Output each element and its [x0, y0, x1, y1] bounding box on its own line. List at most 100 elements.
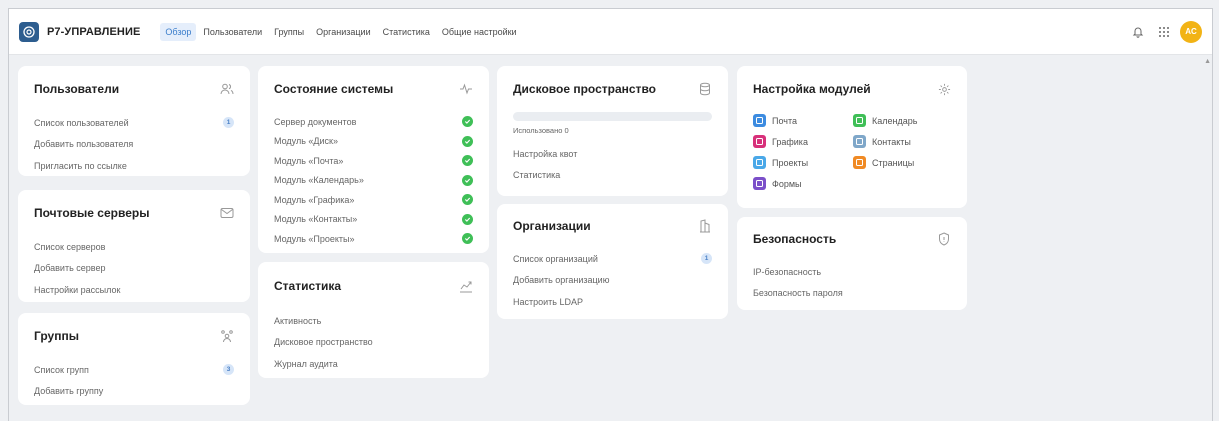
main-nav: Обзор Пользователи Группы Организации Ст… [160, 22, 523, 41]
link-quota-settings[interactable]: Настройка квот [513, 143, 712, 165]
status-row: Модуль «Графика» [274, 190, 473, 210]
statistics-card: Статистика Активность Дисковое пространс… [258, 262, 489, 378]
link-mailing-settings[interactable]: Настройки рассылок [34, 279, 234, 301]
module-label: Контакты [872, 136, 911, 147]
link-user-list[interactable]: Список пользователей 1 [34, 112, 234, 134]
module-icon [753, 135, 766, 148]
module-icon [853, 156, 866, 169]
card-title: Состояние системы [274, 82, 394, 96]
module-item[interactable]: Почта [753, 112, 853, 129]
card-title: Почтовые серверы [34, 206, 150, 220]
users-icon [220, 82, 234, 96]
status-label: Модуль «Контакты» [274, 214, 358, 225]
link-password-security[interactable]: Безопасность пароля [753, 283, 951, 305]
nav-statistics[interactable]: Статистика [378, 23, 435, 41]
module-item[interactable]: Проекты [753, 154, 853, 171]
card-title: Безопасность [753, 232, 837, 246]
status-row: Модуль «Проекты» [274, 229, 473, 249]
security-card: Безопасность IP-безопасность Безопасност… [737, 217, 967, 310]
link-invite-by-link[interactable]: Пригласить по ссылке [34, 155, 234, 177]
top-bar: Р7-УПРАВЛЕНИЕ Обзор Пользователи Группы … [9, 9, 1212, 55]
nav-organizations[interactable]: Организации [311, 23, 375, 41]
bell-icon[interactable] [1130, 24, 1146, 40]
avatar[interactable]: AC [1180, 20, 1202, 43]
status-row: Сервер документов [274, 112, 473, 132]
link-disk-statistics[interactable]: Статистика [513, 165, 712, 187]
check-circle-icon [462, 233, 473, 245]
nav-users[interactable]: Пользователи [198, 23, 267, 41]
disk-usage-bar [513, 112, 712, 121]
module-label: Формы [772, 178, 802, 189]
count-badge: 1 [223, 117, 234, 129]
nav-groups[interactable]: Группы [269, 23, 309, 41]
disk-used-label: Использовано 0 [513, 126, 569, 135]
disk-space-card: Дисковое пространство Использовано 0 Нас… [497, 66, 728, 196]
count-badge: 3 [223, 364, 234, 376]
link-configure-ldap[interactable]: Настроить LDAP [513, 291, 712, 313]
check-circle-icon [462, 116, 473, 128]
status-label: Модуль «Диск» [274, 136, 338, 147]
link-activity[interactable]: Активность [274, 310, 473, 332]
link-disk-usage[interactable]: Дисковое пространство [274, 332, 473, 354]
module-icon [753, 156, 766, 169]
status-label: Модуль «Почта» [274, 155, 344, 166]
logo[interactable]: Р7-УПРАВЛЕНИЕ [19, 21, 141, 42]
nav-general-settings[interactable]: Общие настройки [437, 23, 522, 41]
card-title: Группы [34, 329, 79, 343]
check-circle-icon [462, 194, 473, 206]
mail-servers-card: Почтовые серверы Список серверов Добавит… [18, 190, 250, 302]
module-label: Проекты [772, 157, 809, 168]
link-add-server[interactable]: Добавить сервер [34, 258, 234, 280]
status-row: Модуль «Почта» [274, 151, 473, 171]
module-label: Почта [772, 115, 797, 126]
link-group-list[interactable]: Список групп 3 [34, 359, 234, 381]
database-icon [698, 82, 712, 96]
module-icon [853, 135, 866, 148]
module-label: Страницы [872, 157, 915, 168]
organizations-card: Организации Список организаций 1 Добавит… [497, 204, 728, 319]
link-server-list[interactable]: Список серверов [34, 236, 234, 258]
count-badge: 1 [701, 253, 712, 265]
gear-icon [937, 82, 951, 96]
card-title: Настройка модулей [753, 82, 871, 96]
nav-overview[interactable]: Обзор [160, 22, 197, 41]
envelope-icon [220, 206, 234, 220]
module-icon [853, 114, 866, 127]
chart-icon [459, 279, 473, 293]
status-row: Модуль «Контакты» [274, 210, 473, 230]
check-circle-icon [462, 213, 473, 225]
shield-icon [937, 232, 951, 246]
card-title: Дисковое пространство [513, 82, 656, 96]
link-audit-log[interactable]: Журнал аудита [274, 353, 473, 375]
module-item[interactable]: Страницы [853, 154, 953, 171]
module-item[interactable]: Календарь [853, 112, 953, 129]
check-circle-icon [462, 155, 473, 167]
building-icon [698, 219, 712, 233]
scroll-up-arrow[interactable]: ▲ [1204, 58, 1211, 65]
status-label: Сервер документов [274, 116, 357, 127]
app-window: Р7-УПРАВЛЕНИЕ Обзор Пользователи Группы … [8, 8, 1213, 421]
status-label: Модуль «Проекты» [274, 233, 355, 244]
module-label: Графика [772, 136, 808, 147]
logo-icon [19, 21, 39, 42]
logo-text: Р7-УПРАВЛЕНИЕ [47, 25, 141, 38]
module-settings-card: Настройка модулей Почта Календарь Графика К… [737, 66, 967, 208]
module-item[interactable]: Графика [753, 133, 853, 150]
module-item[interactable]: Формы [753, 175, 853, 192]
link-add-org[interactable]: Добавить организацию [513, 270, 712, 292]
link-add-user[interactable]: Добавить пользователя [34, 134, 234, 156]
check-circle-icon [462, 174, 473, 186]
status-label: Модуль «Календарь» [274, 175, 364, 186]
link-ip-security[interactable]: IP-безопасность [753, 261, 951, 283]
card-title: Организации [513, 219, 591, 233]
card-title: Пользователи [34, 82, 120, 96]
status-row: Модуль «Диск» [274, 132, 473, 152]
link-add-group[interactable]: Добавить группу [34, 381, 234, 403]
link-org-list[interactable]: Список организаций 1 [513, 248, 712, 270]
module-item[interactable]: Контакты [853, 133, 953, 150]
pulse-icon [459, 82, 473, 96]
check-circle-icon [462, 135, 473, 147]
apps-grid-icon[interactable] [1156, 24, 1172, 40]
status-label: Модуль «Графика» [274, 194, 355, 205]
status-row: Модуль «Календарь» [274, 171, 473, 191]
